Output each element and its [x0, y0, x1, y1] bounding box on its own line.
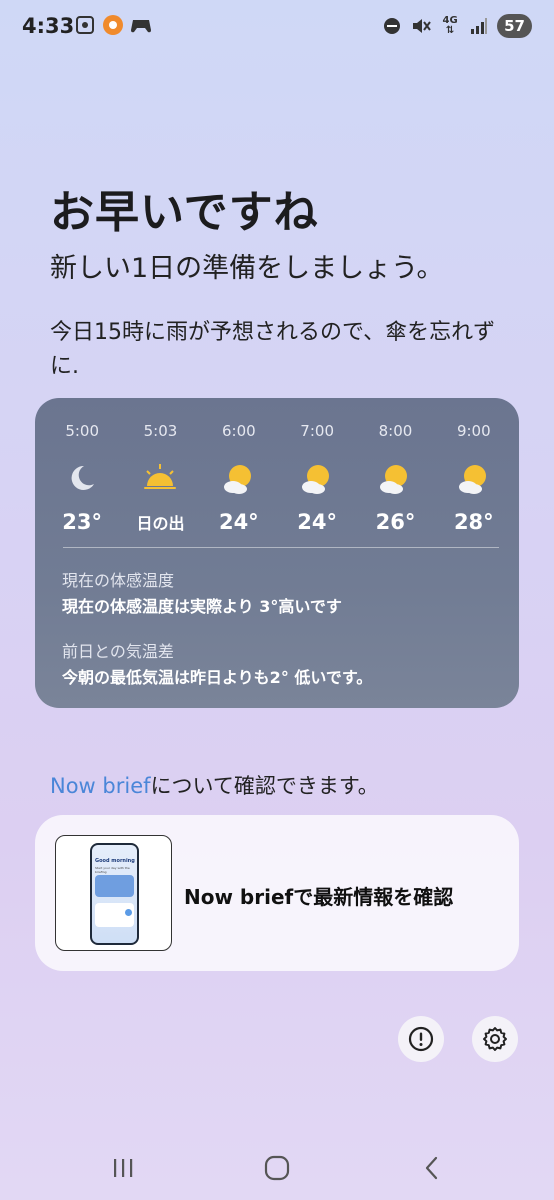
status-time: 4:33 [22, 14, 75, 38]
feels-like-text: 現在の体感温度は実際より 3°高いです [62, 597, 342, 616]
weather-card[interactable]: 5:00 23° 5:03 日の出 6:00 24° 7:00 24° 8:00… [35, 398, 519, 708]
status-left-icons [74, 14, 152, 36]
hour-temp: 23° [62, 510, 103, 534]
mute-icon [410, 15, 432, 37]
sun-cloud-icon [458, 465, 486, 494]
hour-forecast: 6:00 24° [200, 422, 278, 538]
thumbnail-subtitle: Start your day with the briefing [95, 866, 130, 874]
now-brief-line: Now briefについて確認できます。 [50, 770, 379, 800]
greeting-subline: 新しい1日の準備をしましょう。 [50, 253, 444, 284]
phone-illustration: Good morning Start your day with the bri… [90, 843, 139, 945]
now-brief-thumbnail: Good morning Start your day with the bri… [55, 835, 172, 951]
now-brief-card[interactable]: Good morning Start your day with the bri… [35, 815, 519, 971]
temp-diff-text: 今朝の最低気温は昨日よりも2° 低いです。 [62, 668, 373, 687]
back-icon [425, 1156, 438, 1180]
hour-time: 5:03 [143, 422, 178, 440]
sunrise-icon [144, 464, 177, 489]
game-controller-icon [130, 14, 152, 36]
card-divider [63, 547, 499, 548]
hourly-forecast: 5:00 23° 5:03 日の出 6:00 24° 7:00 24° 8:00… [43, 422, 513, 538]
alert-icon [408, 1026, 434, 1052]
back-button[interactable] [412, 1152, 452, 1184]
app-badge-icon [102, 14, 124, 36]
4g-icon: 4G ⇅ [439, 15, 461, 37]
battery-icon: 57 [497, 14, 532, 38]
now-brief-line-rest: について確認できます。 [150, 774, 379, 798]
gear-icon [483, 1027, 507, 1051]
recent-apps-button[interactable] [103, 1152, 143, 1184]
settings-button[interactable] [472, 1016, 518, 1062]
navigation-bar [0, 1140, 554, 1200]
home-button[interactable] [257, 1152, 297, 1184]
hour-forecast: 9:00 28° [435, 422, 513, 538]
thumbnail-title: Good morning [95, 858, 135, 864]
greeting-headline: お早いですね [50, 187, 319, 238]
feels-like-label: 現在の体感温度 [62, 571, 175, 590]
signal-icon [468, 15, 490, 37]
hour-time: 8:00 [378, 422, 413, 440]
hour-time: 6:00 [221, 422, 256, 440]
hour-forecast: 8:00 26° [356, 422, 434, 538]
status-right-icons: 4G ⇅ 57 [381, 14, 532, 38]
do-not-disturb-icon [381, 15, 403, 37]
hour-temp: 日の出 [136, 514, 185, 533]
hour-forecast: 7:00 24° [278, 422, 356, 538]
recent-apps-icon [114, 1159, 133, 1177]
now-brief-link[interactable]: Now brief [50, 774, 151, 798]
hour-temp: 24° [297, 510, 338, 534]
temp-diff-label: 前日との気温差 [62, 642, 174, 661]
info-button[interactable] [398, 1016, 444, 1062]
status-bar: 4:33 4G ⇅ 57 [0, 0, 554, 56]
sun-cloud-icon [302, 465, 330, 494]
hour-time: 7:00 [300, 422, 334, 440]
thumbnail-dot [125, 909, 132, 916]
sun-cloud-icon [380, 465, 408, 494]
hour-forecast: 5:00 23° [43, 422, 121, 538]
hour-temp: 26° [375, 510, 416, 534]
rain-notice: 今日15時に雨が予想されるので、傘を忘れずに. [50, 320, 496, 379]
home-icon [264, 1155, 290, 1181]
screenshot-icon [74, 14, 96, 36]
moon-icon [71, 465, 95, 490]
hour-forecast: 5:03 日の出 [121, 422, 199, 538]
thumbnail-widget [95, 875, 134, 897]
hour-time: 9:00 [456, 422, 491, 440]
sun-cloud-icon [223, 465, 251, 494]
phone-screen: Good morning Start your day with the bri… [92, 845, 137, 943]
hour-temp: 24° [218, 510, 259, 534]
hour-temp: 28° [453, 510, 494, 534]
hour-time: 5:00 [65, 422, 99, 440]
data-arrows-icon: ⇅ [445, 25, 455, 36]
now-brief-card-title: Now briefで最新情報を確認 [184, 885, 454, 909]
